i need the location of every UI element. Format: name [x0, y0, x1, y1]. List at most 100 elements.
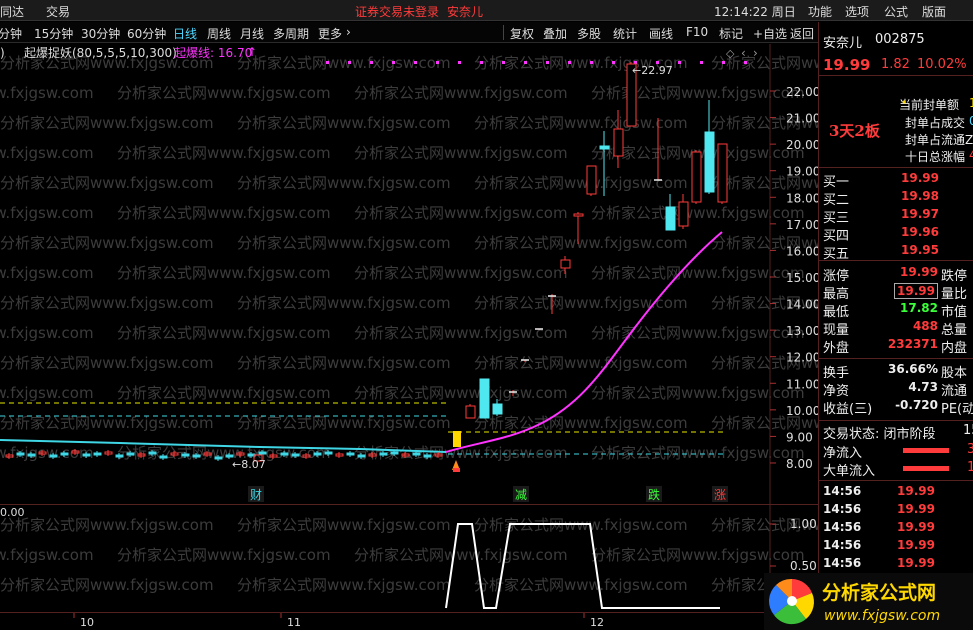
- watermark-text: 分析家公式网www.fxjgsw.com: [117, 264, 331, 282]
- watermark-text: 分析家公式网www.fxjgsw.com: [474, 414, 688, 432]
- menu-item-tongda[interactable]: 同达: [0, 3, 24, 20]
- price-change-pct: 10.02%: [917, 57, 967, 72]
- time-tick-label: 12: [590, 616, 604, 629]
- candle-body: [704, 131, 715, 193]
- stat-right-label: 量比: [941, 287, 968, 302]
- period-30min[interactable]: 30分钟: [81, 25, 120, 42]
- tool-add-watchlist[interactable]: +自选: [753, 25, 787, 42]
- site-logo: 分析家公式网 www.fxjgsw.com: [764, 573, 973, 630]
- stat-value: 19.99: [900, 265, 938, 279]
- watermark-text: 分析家公式网www.fxjgsw.com: [0, 516, 214, 534]
- menu-item-layout[interactable]: 版面: [922, 3, 946, 20]
- tool-draw-line[interactable]: 画线: [649, 25, 673, 42]
- tool-adjust[interactable]: 复权: [510, 25, 534, 42]
- indicator-name: 起爆捉妖(80,5,5,5,10,300): [24, 45, 177, 60]
- menu-bar: 同达 交易 证券交易未登录 安奈儿 12:14:22 周日 功能 选项 公式 版…: [0, 0, 973, 21]
- launch-dot: [502, 61, 505, 64]
- menu-item-trade[interactable]: 交易: [46, 3, 70, 20]
- period-more[interactable]: 更多: [318, 25, 342, 42]
- watermark-text: 分析家公式网www.fxjgsw.com: [591, 84, 805, 102]
- event-marker: 涨: [714, 487, 726, 502]
- login-warning[interactable]: 证券交易未登录: [355, 3, 439, 20]
- quote-panel: 安奈儿 002875 19.99 1.82 10.02% 3天2板 当前封单额 …: [818, 22, 973, 630]
- bullet-icon: •: [901, 96, 908, 109]
- period-60min[interactable]: 60分钟: [127, 25, 166, 42]
- tick-price: 19.99: [897, 556, 935, 570]
- price-tick-label: 12.00: [786, 351, 818, 365]
- truncated-value: 1: [967, 460, 973, 475]
- watermark-text: 分析家公式网www.fxjgsw.com: [591, 264, 805, 282]
- bid-label: 买四: [823, 229, 850, 244]
- chevron-right-icon[interactable]: ›: [753, 46, 758, 60]
- launch-dot: [348, 61, 351, 64]
- stat-right-label: 市值: [941, 305, 968, 320]
- tool-mark[interactable]: 标记: [719, 25, 743, 42]
- watermark-text: 分析家公式网www.fxjgsw.com: [237, 54, 451, 72]
- oscillator-panel[interactable]: 分析家公式网www.fxjgsw.com 分析家公式网www.fxjgsw.com…: [0, 504, 818, 612]
- event-marker: 财: [250, 488, 262, 502]
- candle-body: [258, 451, 267, 455]
- limit-up-badge: 3天2板: [829, 122, 880, 140]
- period-daily[interactable]: 日线: [173, 25, 197, 42]
- stat-right-label: 总量: [941, 323, 968, 338]
- candle-body: [423, 454, 432, 458]
- candle-body: [214, 456, 223, 460]
- candle-body: [148, 451, 157, 455]
- price-tick-label: 14.00: [786, 298, 818, 312]
- period-monthly[interactable]: 月线: [240, 25, 264, 42]
- chevron-left-icon[interactable]: ‹: [741, 46, 746, 60]
- stat-label: 收益(三): [823, 402, 873, 417]
- launch-dot: [722, 61, 725, 64]
- tick-price: 19.99: [897, 484, 935, 498]
- kline-chart[interactable]: 分析家公式网www.fxjgsw.com 分析家公式网www.fxjgsw.com…: [0, 44, 818, 504]
- bid-price: 19.96: [901, 225, 939, 239]
- candle-body: [82, 453, 91, 457]
- tool-back[interactable]: 返回: [790, 25, 814, 42]
- watermark-text: 分析家公式网www.fxjgsw.com: [0, 414, 214, 432]
- ten-day-gain-label: 十日总涨幅: [905, 150, 966, 164]
- watermark-text: 分析家公式网www.fxjgsw.com: [117, 546, 331, 564]
- watermark-text: 分析家公式网www.fxjgsw.com: [0, 576, 214, 594]
- stat-right-label: 股本: [941, 366, 968, 381]
- candle-body: [560, 259, 571, 269]
- watermark-text: 分析家公式网www.fxjgsw.com: [474, 174, 688, 192]
- more-chevron-icon[interactable]: ›: [346, 25, 351, 39]
- tool-overlay[interactable]: 叠加: [543, 25, 567, 42]
- logo-url: www.fxjgsw.com: [824, 608, 940, 624]
- candle-body: [665, 206, 676, 231]
- price-tick-label: 18.00: [786, 191, 818, 205]
- tick-time: 14:56: [823, 538, 862, 552]
- seal-vs-float-label: 封单占流通Z: [905, 133, 973, 147]
- candle-body: [16, 452, 25, 456]
- period-1min[interactable]: 分钟: [0, 25, 22, 42]
- watermark-text: 分析家公式网www.fxjgsw.com: [237, 174, 451, 192]
- price-tick-label: 16.00: [786, 244, 818, 258]
- last-price: 19.99: [823, 56, 871, 74]
- stat-value: 19.99: [894, 283, 938, 299]
- tool-statistics[interactable]: 统计: [613, 25, 637, 42]
- tool-multi-stock[interactable]: 多股: [577, 25, 601, 42]
- candle-body: [291, 453, 300, 457]
- period-multi[interactable]: 多周期: [273, 25, 309, 42]
- candle-body: [412, 452, 421, 456]
- menu-item-options[interactable]: 选项: [845, 3, 869, 20]
- watermark-text: 分析家公式网www.fxjgsw.com: [474, 114, 688, 132]
- stat-value: 488: [912, 319, 938, 333]
- divider: [819, 167, 973, 168]
- watermark-text: 分析家公式网www.fxjgsw.com: [0, 204, 94, 222]
- diamond-icon[interactable]: ◇: [726, 47, 735, 60]
- tool-f10[interactable]: F10: [686, 25, 708, 39]
- price-change: 1.82: [881, 57, 910, 72]
- watermark-text: 分析家公式网www.fxjgsw.com: [474, 576, 688, 594]
- menu-item-formula[interactable]: 公式: [884, 3, 908, 20]
- watermark-text: 分析家公式网www.fxjgsw.com: [237, 576, 451, 594]
- period-15min[interactable]: 15分钟: [34, 25, 73, 42]
- watermark-text: 分析家公式网www.fxjgsw.com: [354, 204, 568, 222]
- period-weekly[interactable]: 周线: [207, 25, 231, 42]
- rocket-base-icon: [453, 468, 460, 472]
- watermark-text: 分析家公式网www.fxjgsw.com: [591, 444, 805, 462]
- time-tick-label: 10: [80, 616, 94, 629]
- watermark-text: 分析家公式网www.fxjgsw.com: [117, 324, 331, 342]
- stock-short-name: 安奈儿: [447, 5, 484, 19]
- menu-item-function[interactable]: 功能: [808, 3, 832, 20]
